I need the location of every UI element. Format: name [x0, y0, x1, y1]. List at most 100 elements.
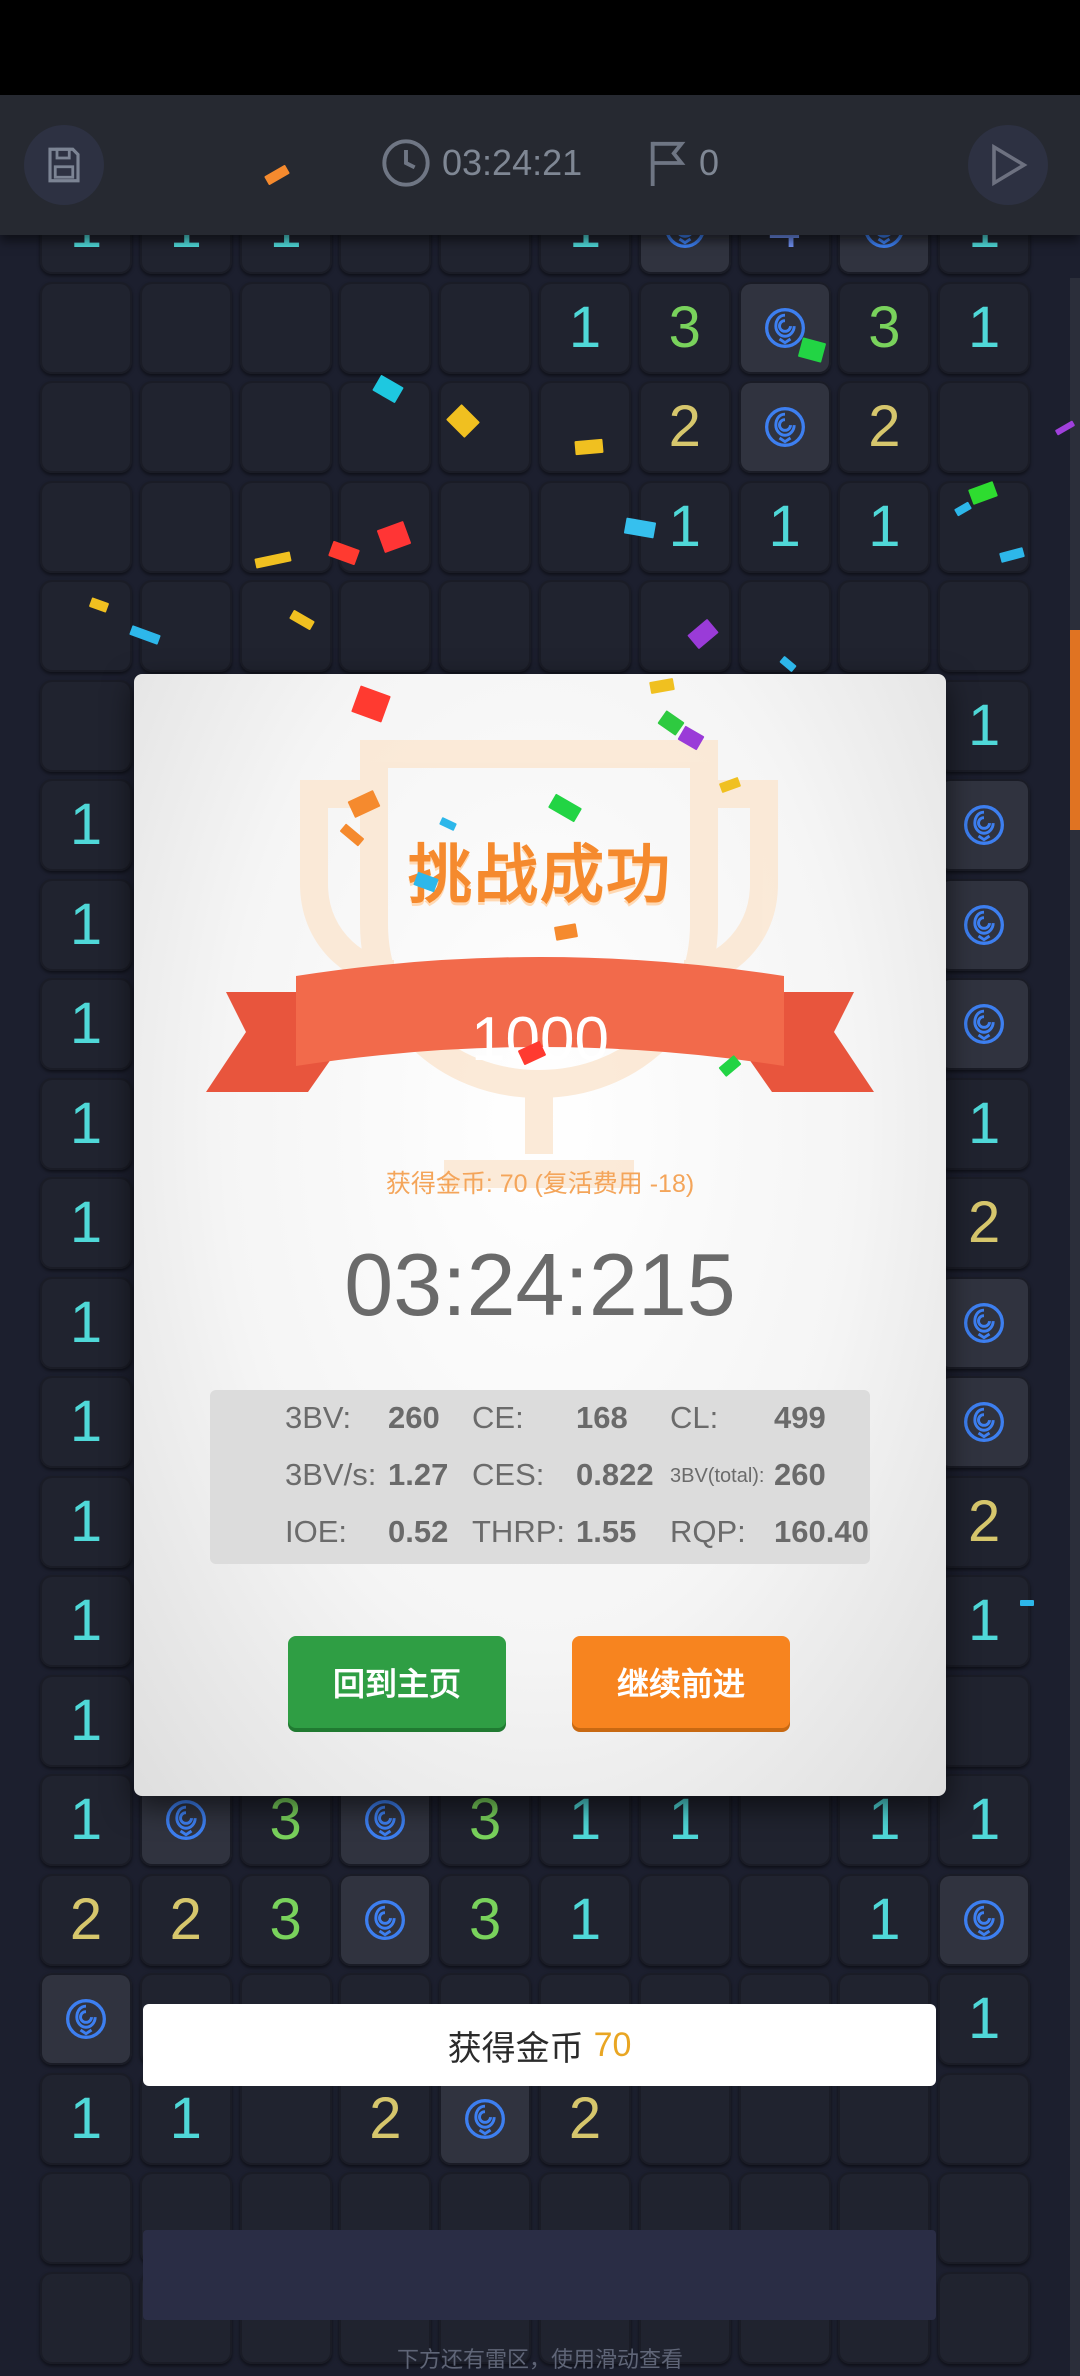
board-cell[interactable]	[539, 480, 631, 573]
final-time: 03:24:215	[344, 1235, 736, 1334]
continue-button[interactable]: 继续前进	[572, 1636, 790, 1728]
board-cell[interactable]	[938, 1276, 1031, 1369]
score-value: 1000	[471, 1005, 609, 1074]
board-cell[interactable]: 1	[40, 1276, 132, 1369]
rose-icon	[964, 1402, 1005, 1442]
board-cell[interactable]: 1	[539, 1873, 631, 1966]
board-cell[interactable]: 3	[239, 1873, 332, 1966]
board-cell[interactable]	[738, 1873, 831, 1966]
board-cell[interactable]	[938, 2172, 1031, 2264]
board-cell[interactable]: 1	[938, 679, 1031, 772]
stat-label: IOE:	[285, 1514, 348, 1549]
board-cell[interactable]: 3	[638, 281, 731, 374]
board-cell[interactable]: 1	[40, 1077, 132, 1170]
play-button[interactable]	[968, 125, 1048, 205]
board-cell[interactable]: 1	[139, 2072, 232, 2165]
board-cell[interactable]	[40, 580, 132, 672]
board-cell[interactable]: 2	[40, 1873, 132, 1966]
board-cell[interactable]	[339, 1873, 432, 1966]
board-cell[interactable]: 1	[738, 480, 831, 573]
board-cell[interactable]: 1	[838, 1873, 931, 1966]
board-cell[interactable]	[40, 381, 132, 473]
board-cell[interactable]: 2	[638, 381, 731, 473]
board-cell[interactable]: 1	[40, 1575, 132, 1667]
board-cell[interactable]	[40, 480, 132, 573]
board-cell[interactable]: 2	[938, 1177, 1031, 1269]
success-title: 挑战成功	[408, 839, 672, 911]
board-cell[interactable]	[239, 281, 332, 374]
rose-icon	[964, 1899, 1005, 1940]
board-cell[interactable]: 3	[439, 1873, 532, 1966]
board-cell[interactable]	[239, 2072, 332, 2165]
scrollbar[interactable]	[1070, 278, 1080, 2376]
board-cell[interactable]	[339, 580, 432, 672]
board-cell[interactable]: 1	[40, 1177, 132, 1269]
board-cell[interactable]: 2	[139, 1873, 232, 1966]
board-cell[interactable]: 1	[40, 2072, 132, 2165]
board-cell[interactable]: 1	[938, 281, 1031, 374]
board-cell[interactable]	[638, 1873, 731, 1966]
board-cell[interactable]: 1	[539, 281, 631, 374]
board-cell[interactable]	[938, 580, 1031, 672]
board-cell[interactable]	[139, 281, 232, 374]
board-cell[interactable]	[40, 2172, 132, 2264]
rose-icon	[465, 2098, 506, 2139]
board-cell[interactable]: 1	[40, 779, 132, 871]
board-cell[interactable]: 2	[539, 2072, 631, 2165]
board-cell[interactable]	[938, 1376, 1031, 1468]
board-cell[interactable]: 1	[938, 1077, 1031, 1170]
board-cell[interactable]	[139, 381, 232, 473]
save-button[interactable]	[24, 125, 104, 205]
timer: 03:24:21	[380, 137, 582, 189]
board-cell[interactable]: 1	[40, 1475, 132, 1568]
board-cell[interactable]	[738, 2072, 831, 2165]
board-cell[interactable]	[40, 281, 132, 374]
board-cell[interactable]: 1	[938, 1575, 1031, 1667]
board-cell[interactable]	[439, 281, 532, 374]
board-cell[interactable]: 3	[838, 281, 931, 374]
board-cell[interactable]	[239, 381, 332, 473]
home-button[interactable]: 回到主页	[288, 1636, 506, 1728]
board-cell[interactable]	[938, 878, 1031, 971]
board-cell[interactable]	[539, 381, 631, 473]
board-cell[interactable]	[339, 281, 432, 374]
board-cell[interactable]	[938, 2072, 1031, 2165]
board-cell[interactable]	[938, 1873, 1031, 1966]
board-cell[interactable]	[439, 480, 532, 573]
board-cell[interactable]	[838, 2072, 931, 2165]
board-cell[interactable]	[239, 580, 332, 672]
stat-value: 260	[774, 1457, 826, 1492]
rose-icon	[964, 1302, 1005, 1343]
board-cell[interactable]: 1	[938, 1973, 1031, 2065]
board-cell[interactable]	[938, 978, 1031, 1070]
board-cell[interactable]	[40, 679, 132, 772]
board-cell[interactable]: 2	[938, 1475, 1031, 1568]
stat-value: 1.27	[388, 1457, 449, 1492]
board-cell[interactable]	[638, 2072, 731, 2165]
board-cell[interactable]	[738, 381, 831, 473]
board-cell[interactable]	[40, 1973, 132, 2065]
board-cell[interactable]	[938, 1674, 1031, 1767]
board-cell[interactable]	[139, 480, 232, 573]
board-cell[interactable]: 1	[40, 878, 132, 971]
board-cell[interactable]	[439, 2072, 532, 2165]
scrollbar-thumb[interactable]	[1070, 630, 1080, 830]
clock-icon	[382, 139, 430, 187]
board-cell[interactable]	[638, 580, 731, 672]
save-icon	[48, 147, 80, 183]
board-cell[interactable]: 2	[339, 2072, 432, 2165]
board-cell[interactable]	[139, 580, 232, 672]
board-cell[interactable]: 1	[40, 978, 132, 1070]
board-cell[interactable]	[938, 381, 1031, 473]
stat-value: 1.55	[576, 1514, 637, 1549]
board-cell[interactable]: 1	[40, 1774, 132, 1866]
board-cell[interactable]: 1	[838, 480, 931, 573]
board-cell[interactable]	[439, 580, 532, 672]
board-cell[interactable]	[838, 580, 931, 672]
board-cell[interactable]: 1	[938, 1774, 1031, 1866]
board-cell[interactable]: 2	[838, 381, 931, 473]
board-cell[interactable]: 1	[40, 1376, 132, 1468]
board-cell[interactable]: 1	[40, 1674, 132, 1767]
board-cell[interactable]	[539, 580, 631, 672]
board-cell[interactable]	[938, 779, 1031, 871]
